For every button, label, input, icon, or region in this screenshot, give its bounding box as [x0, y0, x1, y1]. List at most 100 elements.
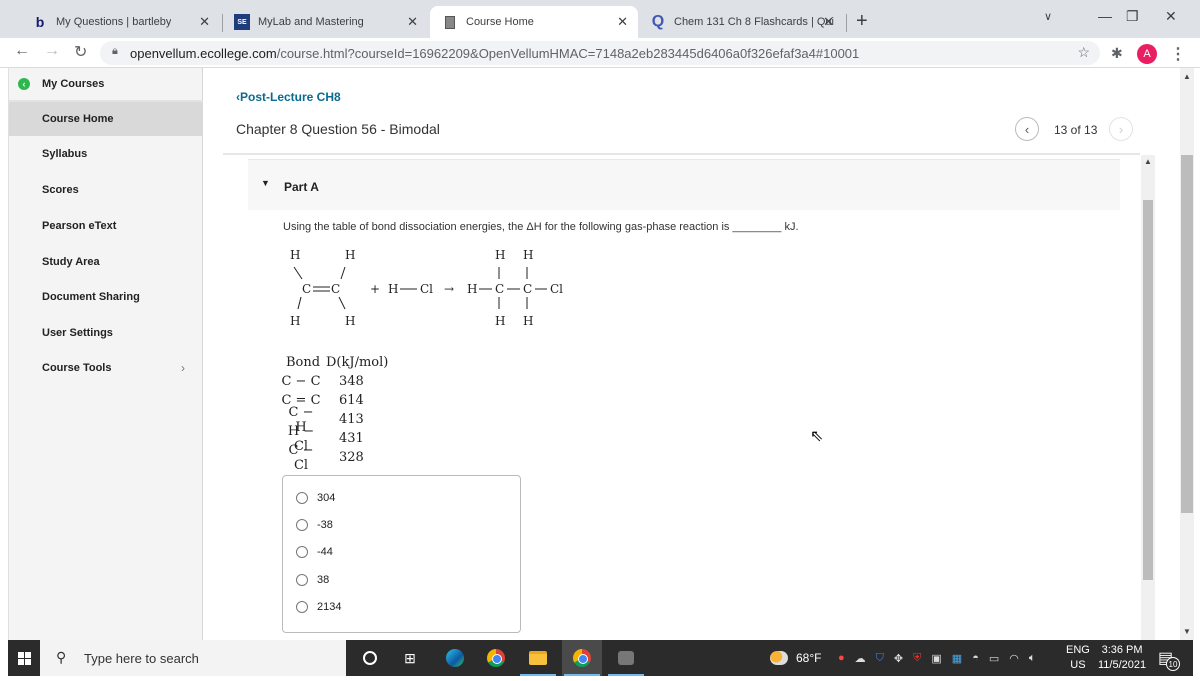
tab-separator — [846, 14, 847, 32]
close-tab-icon[interactable]: ✕ — [823, 14, 834, 30]
atom-h: H — [290, 248, 300, 262]
reload-icon[interactable]: ↻ — [74, 42, 87, 62]
task-view-icon: ⊞ — [404, 649, 416, 666]
tab-quizlet[interactable]: Q Chem 131 Ch 8 Flashcards | Quiz ✕ — [638, 6, 844, 38]
bookmark-star-icon[interactable]: ☆ — [1077, 44, 1090, 61]
forward-arrow-icon[interactable]: → — [44, 42, 60, 60]
choice-label: 2134 — [317, 601, 342, 613]
bond-cell: C − Cl — [288, 442, 314, 473]
browser-menu-icon[interactable]: ⋮ — [1170, 44, 1186, 64]
mouse-pointer-icon: ⇖ — [810, 428, 824, 445]
tray-camera-icon[interactable]: ▣ — [931, 652, 941, 665]
tray-app-blue-icon[interactable]: ▦ — [952, 652, 962, 665]
breadcrumb-link[interactable]: ‹Post-Lecture CH8 — [236, 90, 341, 104]
close-window-button[interactable]: ✕ — [1165, 8, 1177, 25]
task-view-button[interactable]: ⊞ — [390, 640, 430, 676]
language-indicator[interactable]: ENG US — [1066, 643, 1090, 673]
tab-bartleby[interactable]: b My Questions | bartleby ✕ — [20, 6, 220, 38]
battery-icon[interactable]: ▭ — [989, 652, 999, 665]
answer-choice[interactable]: -38 — [296, 519, 333, 531]
lang-code: ENG — [1066, 644, 1090, 656]
url-input[interactable]: 🔒︎ openvellum.ecollege.com/course.html?c… — [100, 41, 1100, 65]
clock-time: 3:36 PM — [1101, 644, 1143, 656]
choice-label: -44 — [317, 546, 333, 558]
close-tab-icon[interactable]: ✕ — [407, 14, 418, 30]
taskbar-search-input[interactable]: ⚲ Type here to search — [40, 640, 346, 676]
radio-button[interactable] — [296, 546, 308, 558]
answer-choices-box: 304 -38 -44 38 2134 — [282, 475, 521, 633]
wifi-icon[interactable]: ◠ — [1009, 652, 1019, 665]
part-a-header[interactable]: ▼ Part A — [248, 159, 1120, 210]
energy-cell: 328 — [339, 450, 364, 465]
defender-shield-icon[interactable]: ⛨ — [913, 652, 921, 665]
atom-h: H — [467, 282, 477, 296]
weather-temp: 68°F — [796, 651, 822, 665]
sidebar-item-syllabus[interactable]: Syllabus — [9, 137, 203, 171]
sidebar-item-label: Syllabus — [42, 148, 88, 160]
back-arrow-icon[interactable]: ← — [14, 42, 30, 60]
tab-search-chevron-icon[interactable]: ∨ — [1044, 10, 1052, 23]
tray-app-icon[interactable]: ● — [838, 652, 845, 664]
atom-h: H — [388, 282, 398, 296]
atom-cl: Cl — [550, 282, 563, 296]
profile-avatar[interactable]: A — [1137, 44, 1157, 64]
tab-title: MyLab and Mastering — [258, 16, 364, 28]
sidebar-item-document-sharing[interactable]: Document Sharing — [9, 280, 203, 314]
scroll-up-arrow-icon[interactable]: ▲ — [1183, 72, 1191, 81]
close-tab-icon[interactable]: ✕ — [617, 14, 628, 30]
taskbar-camera-app[interactable] — [606, 640, 646, 676]
sidebar-item-study-area[interactable]: Study Area — [9, 245, 203, 279]
scroll-up-arrow-icon[interactable]: ▲ — [1144, 157, 1152, 166]
scrollbar-thumb[interactable] — [1143, 200, 1153, 580]
answer-choice[interactable]: 304 — [296, 492, 335, 504]
action-center-button[interactable]: ▤ 10 — [1158, 648, 1180, 671]
tab-mylab[interactable]: SE MyLab and Mastering ✕ — [222, 6, 428, 38]
start-button[interactable] — [8, 640, 40, 676]
minimize-button[interactable]: — — [1098, 8, 1112, 24]
radio-button[interactable] — [296, 519, 308, 531]
sidebar-item-scores[interactable]: Scores — [9, 173, 203, 207]
cortana-button[interactable] — [350, 640, 390, 676]
sidebar-item-pearson-etext[interactable]: Pearson eText — [9, 209, 203, 243]
tab-course-home[interactable]: Course Home ✕ — [430, 6, 638, 38]
taskbar-chrome[interactable] — [476, 640, 516, 676]
folder-icon — [529, 651, 547, 665]
volume-icon[interactable]: 🔈︎ — [1029, 652, 1036, 665]
sidebar-item-user-settings[interactable]: User Settings — [9, 316, 203, 350]
sidebar-item-my-courses[interactable]: ‹ My Courses — [9, 68, 203, 102]
lock-icon: 🔒︎ — [112, 45, 118, 57]
header-energy: D(kJ/mol) — [326, 355, 389, 370]
chevron-left-icon: ‹ — [1024, 121, 1030, 137]
page-scrollbar[interactable]: ▲ ▼ — [1180, 68, 1194, 640]
sidebar-item-course-home[interactable]: Course Home — [9, 102, 203, 136]
restore-button[interactable]: ❐ — [1126, 8, 1139, 25]
radio-button[interactable] — [296, 574, 308, 586]
search-placeholder: Type here to search — [84, 651, 199, 666]
answer-choice[interactable]: 38 — [296, 574, 329, 586]
atom-c: C — [302, 282, 311, 296]
sidebar-item-course-tools[interactable]: Course Tools › — [9, 351, 203, 385]
onedrive-cloud-icon[interactable]: ☁ — [855, 652, 866, 665]
security-shield-icon[interactable]: ⛉ — [876, 652, 884, 665]
answer-choice[interactable]: 2134 — [296, 601, 341, 613]
previous-question-button[interactable]: ‹ — [1015, 117, 1039, 141]
taskbar-chrome-active[interactable] — [562, 640, 602, 676]
part-label: Part A — [284, 180, 319, 194]
radio-button[interactable] — [296, 492, 308, 504]
search-icon: ⚲ — [56, 649, 67, 665]
webcam-icon[interactable]: ◓ — [972, 652, 979, 664]
extensions-puzzle-icon[interactable]: ✱ — [1111, 45, 1123, 62]
question-scrollbar[interactable]: ▲ — [1141, 155, 1155, 640]
new-tab-button[interactable]: + — [856, 10, 868, 33]
taskbar-file-explorer[interactable] — [518, 640, 558, 676]
taskbar-edge[interactable] — [435, 640, 475, 676]
next-question-button[interactable]: › — [1109, 117, 1133, 141]
answer-choice[interactable]: -44 — [296, 546, 333, 558]
scrollbar-thumb[interactable] — [1181, 155, 1193, 513]
weather-widget[interactable]: 68°F — [770, 640, 821, 676]
close-tab-icon[interactable]: ✕ — [199, 14, 210, 30]
scroll-down-arrow-icon[interactable]: ▼ — [1183, 627, 1191, 636]
dropbox-icon[interactable]: ✥ — [894, 652, 903, 665]
system-clock[interactable]: 3:36 PM 11/5/2021 — [1098, 643, 1146, 673]
radio-button[interactable] — [296, 601, 308, 613]
